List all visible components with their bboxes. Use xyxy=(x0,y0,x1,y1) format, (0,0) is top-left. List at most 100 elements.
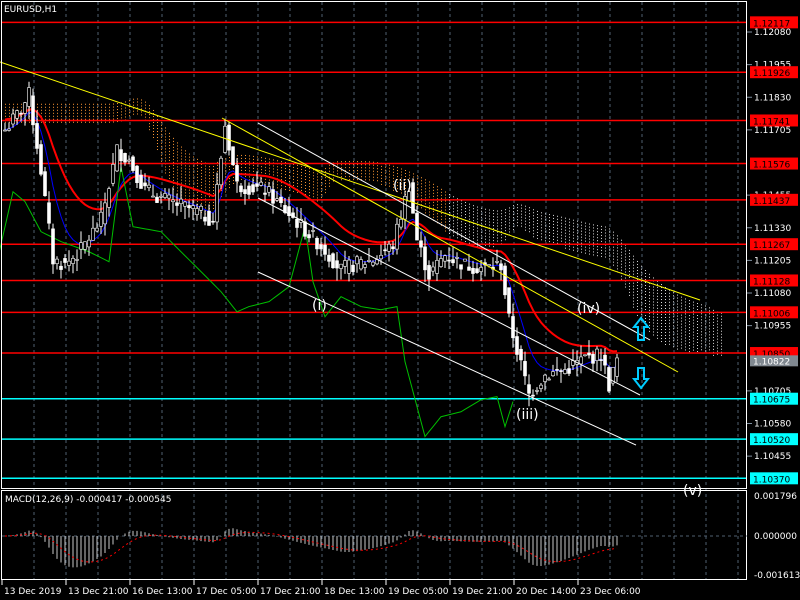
cloud-dot xyxy=(553,214,554,216)
cloud-dot xyxy=(157,149,158,151)
cloud-dot xyxy=(697,348,698,350)
cloud-dot xyxy=(505,209,506,211)
cloud-dot xyxy=(525,223,526,225)
cloud-dot xyxy=(9,112,10,114)
cloud-dot xyxy=(417,184,418,186)
cloud-dot xyxy=(533,236,534,238)
cloud-dot xyxy=(673,346,674,348)
cloud-dot xyxy=(677,309,678,311)
cloud-dot xyxy=(37,103,38,105)
cloud-dot xyxy=(613,249,614,251)
cloud-dot xyxy=(477,236,478,238)
cloud-dot xyxy=(713,324,714,326)
cloud-dot xyxy=(149,117,150,119)
cloud-dot xyxy=(717,317,718,319)
cloud-dot xyxy=(473,226,474,228)
cloud-dot xyxy=(193,180,194,182)
cloud-dot xyxy=(713,354,714,356)
cloud-dot xyxy=(185,165,186,167)
cloud-dot xyxy=(545,222,546,224)
cloud-dot xyxy=(285,165,286,167)
cloud-dot xyxy=(201,169,202,171)
cloud-dot xyxy=(465,205,466,207)
cloud-dot xyxy=(181,167,182,169)
cloud-dot xyxy=(669,295,670,297)
cloud-dot xyxy=(685,304,686,306)
cloud-dot xyxy=(485,241,486,243)
cloud-dot xyxy=(505,224,506,226)
cloud-dot xyxy=(633,264,634,266)
cloud-dot xyxy=(685,340,686,342)
candle-body xyxy=(295,218,299,228)
cloud-dot xyxy=(657,307,658,309)
cloud-dot xyxy=(169,165,170,167)
cloud-dot xyxy=(685,349,686,351)
cloud-dot xyxy=(677,324,678,326)
cloud-dot xyxy=(205,171,206,173)
cloud-dot xyxy=(149,108,150,110)
cloud-dot xyxy=(717,338,718,340)
cloud-dot xyxy=(273,168,274,170)
cloud-dot xyxy=(193,171,194,173)
cloud-dot xyxy=(629,258,630,260)
cloud-dot xyxy=(645,270,646,272)
cloud-dot xyxy=(73,106,74,108)
cloud-dot xyxy=(201,175,202,177)
cloud-dot xyxy=(469,203,470,205)
candle-body xyxy=(363,264,367,268)
cloud-dot xyxy=(577,241,578,243)
cloud-dot xyxy=(609,246,610,248)
cloud-dot xyxy=(485,214,486,216)
cloud-dot xyxy=(373,161,374,163)
cloud-dot xyxy=(313,190,314,192)
cloud-dot xyxy=(709,316,710,318)
cloud-dot xyxy=(617,250,618,252)
cloud-dot xyxy=(425,188,426,190)
cloud-dot xyxy=(361,164,362,166)
cloud-dot xyxy=(701,331,702,333)
cloud-dot xyxy=(161,142,162,144)
cloud-dot xyxy=(705,332,706,334)
cloud-dot xyxy=(561,228,562,230)
ichimoku-cloud xyxy=(5,98,722,356)
candle-body xyxy=(35,123,39,149)
cloud-dot xyxy=(709,331,710,333)
cloud-dot xyxy=(137,98,138,100)
cloud-dot xyxy=(385,184,386,186)
cloud-dot xyxy=(145,107,146,109)
price-chart[interactable]: (i) (ii) (iii) (iv) (v) EURUSD,H1 MACD(1… xyxy=(0,0,800,600)
cloud-dot xyxy=(441,188,442,190)
cloud-dot xyxy=(261,166,262,168)
candle-body xyxy=(523,361,527,377)
cloud-dot xyxy=(589,238,590,240)
cloud-dot xyxy=(161,133,162,135)
cloud-dot xyxy=(445,218,446,220)
cloud-dot xyxy=(129,112,130,114)
cloud-dot xyxy=(265,169,266,171)
cloud-dot xyxy=(625,268,626,270)
cloud-dot xyxy=(641,310,642,312)
y-tick-label: 1.11205 xyxy=(754,256,791,266)
cloud-dot xyxy=(673,337,674,339)
cloud-dot xyxy=(97,106,98,108)
cloud-dot xyxy=(629,276,630,278)
cloud-dot xyxy=(185,177,186,179)
price-axis[interactable]: 1.120801.119551.118301.117051.114551.113… xyxy=(747,16,800,581)
cloud-dot xyxy=(357,167,358,169)
cloud-dot xyxy=(101,112,102,114)
cloud-dot xyxy=(473,217,474,219)
time-axis[interactable]: 13 Dec 2019 13 Dec 21:00 16 Dec 13:00 17 De… xyxy=(1,580,641,597)
cloud-dot xyxy=(537,225,538,227)
cloud-dot xyxy=(197,194,198,196)
cloud-dot xyxy=(469,224,470,226)
cloud-dot xyxy=(181,182,182,184)
cloud-dot xyxy=(161,151,162,153)
cloud-dot xyxy=(177,145,178,147)
cloud-dot xyxy=(445,215,446,217)
cloud-dot xyxy=(457,207,458,209)
cloud-dot xyxy=(673,343,674,345)
cloud-dot xyxy=(141,99,142,101)
cloud-dot xyxy=(677,294,678,296)
cloud-dot xyxy=(637,281,638,283)
cloud-dot xyxy=(649,276,650,278)
